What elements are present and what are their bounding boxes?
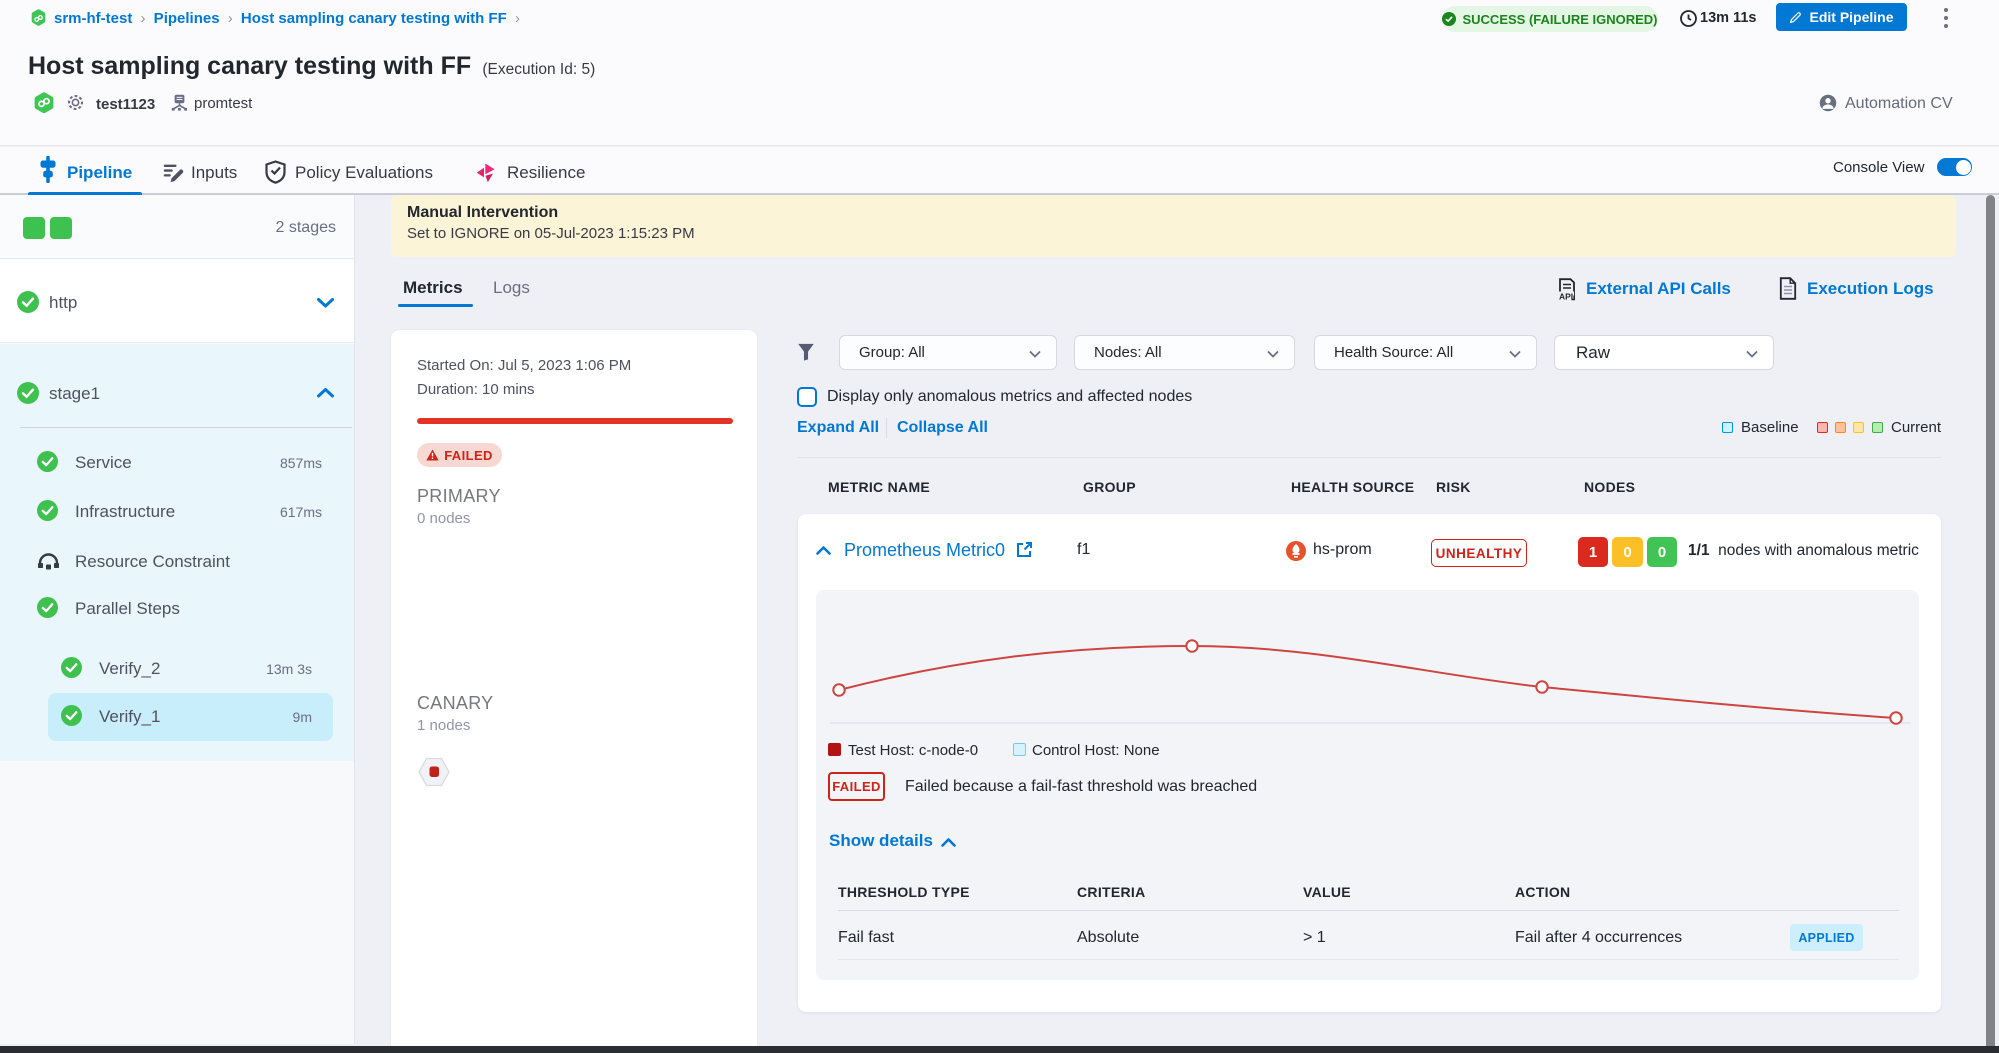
svg-text:API: API bbox=[1559, 292, 1573, 302]
